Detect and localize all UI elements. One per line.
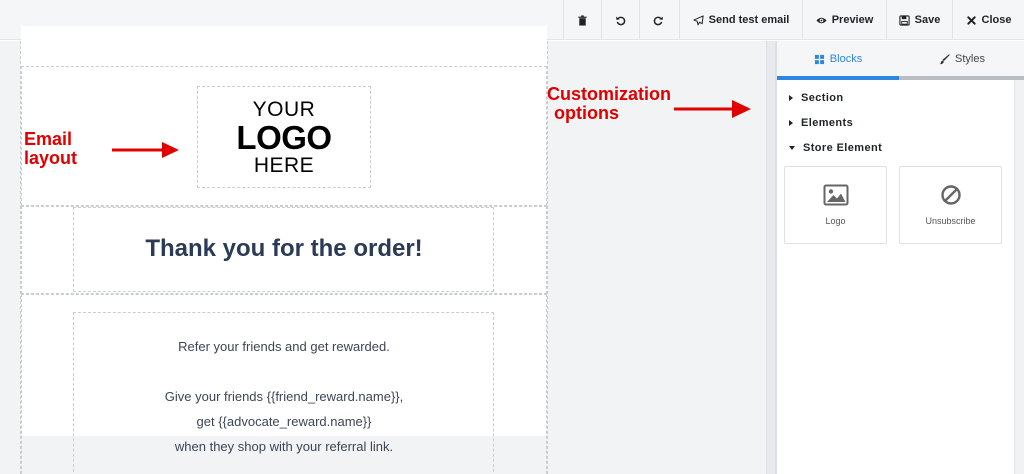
block-logo-label: Logo [825,216,846,226]
annotation-email-layout-line-2: layout [24,148,78,168]
close-button[interactable]: Close [952,0,1024,40]
logo-block[interactable]: YOUR LOGO HERE [197,86,371,188]
block-unsubscribe-label: Unsubscribe [925,216,976,226]
accordion-section-label: Section [801,92,844,104]
accordion-elements[interactable]: Elements [789,113,853,133]
trash-icon [578,14,587,26]
floppy-disk-icon [899,14,910,26]
email-paragraph-2-line-3: when they shop with your referral link. [174,439,394,454]
logo-text-here: HERE [253,153,315,177]
tab-styles[interactable]: Styles [899,41,1024,77]
logo-text-your: YOUR [252,97,316,121]
canvas-scrollbar[interactable] [766,41,776,474]
email-paragraph-2-line-2: get {{advocate_reward.name}} [196,414,372,429]
delete-button[interactable] [563,0,601,40]
email-paragraph-2-line-1: Give your friends {{friend_reward.name}}… [164,389,404,404]
eye-icon [816,17,827,23]
arrow-right-icon [674,100,751,118]
tab-styles-label: Styles [955,53,985,65]
brush-icon [939,53,950,64]
prohibited-icon [940,185,961,205]
send-test-email-button[interactable]: Send test email [679,0,802,40]
send-test-email-label: Send test email [708,14,790,26]
accordion-section[interactable]: Section [789,88,844,108]
email-paragraph-1: Refer your friends and get rewarded. [178,339,390,354]
undo-button[interactable] [601,0,639,40]
caret-down-icon [789,146,795,150]
tab-blocks-label: Blocks [829,53,863,65]
logo-text-logo: LOGO [236,118,332,156]
accordion-store-element[interactable]: Store Element [789,138,882,158]
tab-blocks[interactable]: Blocks [777,41,899,77]
block-unsubscribe[interactable]: Unsubscribe [899,166,1002,244]
annotation-customization-options: Customization options [547,85,671,123]
accordion-elements-label: Elements [801,117,854,129]
panel-tabs: Blocks Styles [777,41,1024,80]
undo-icon [616,16,626,25]
preview-label: Preview [831,14,874,26]
accordion-store-element-label: Store Element [803,142,883,154]
close-label: Close [981,14,1012,26]
tab-blocks-active-indicator [777,76,899,80]
caret-right-icon [789,95,793,101]
arrow-right-icon [112,142,179,158]
block-logo[interactable]: Logo [784,166,887,244]
image-icon [823,184,848,206]
tab-styles-indicator [899,76,1024,80]
preview-button[interactable]: Preview [802,0,886,40]
grid-icon [814,54,824,64]
annotation-customization-line-2: options [554,103,619,123]
annotation-email-layout: Email layout [24,130,77,168]
redo-icon [653,16,663,25]
save-button[interactable]: Save [886,0,952,40]
annotation-customization-line-1: Customization [547,84,671,104]
email-title: Thank you for the order! [145,235,423,262]
paper-plane-icon [693,14,704,25]
panel-scrollbar[interactable] [1014,80,1024,474]
save-label: Save [914,14,941,26]
caret-right-icon [789,120,793,126]
customization-panel: Blocks Styles Section Elements Store Ele… [776,41,1024,474]
redo-button[interactable] [639,0,677,40]
annotation-email-layout-line-1: Email [24,129,73,149]
close-icon [966,15,976,25]
